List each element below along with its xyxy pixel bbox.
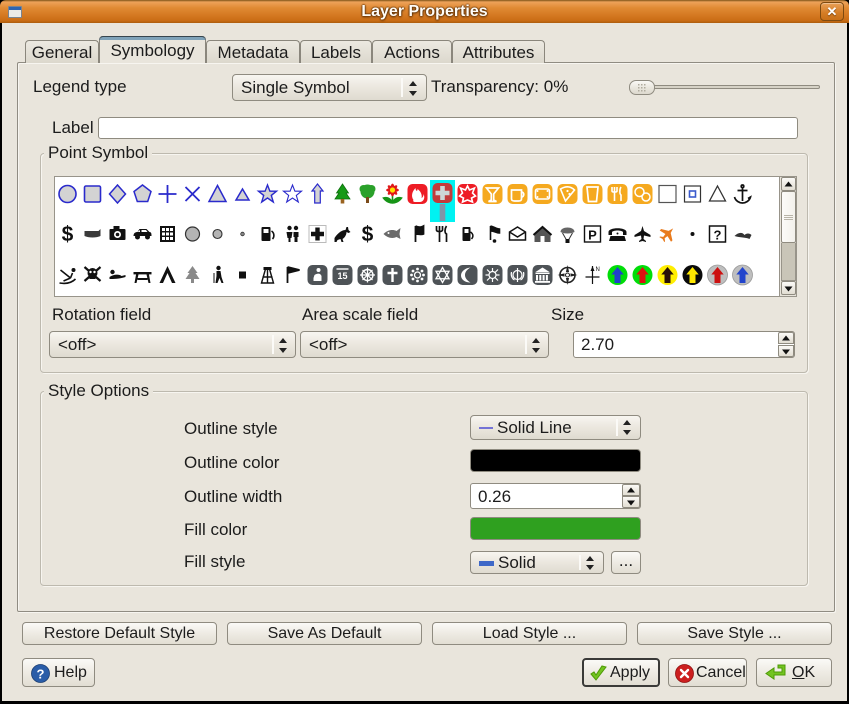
svg-text:$: $ [62, 223, 74, 246]
svg-text:15: 15 [337, 271, 347, 281]
svg-text:?: ? [37, 667, 45, 682]
svg-text:$: $ [362, 223, 374, 246]
svg-text:P: P [588, 228, 597, 243]
svg-text:N: N [596, 267, 600, 273]
svg-text:?: ? [714, 228, 722, 243]
